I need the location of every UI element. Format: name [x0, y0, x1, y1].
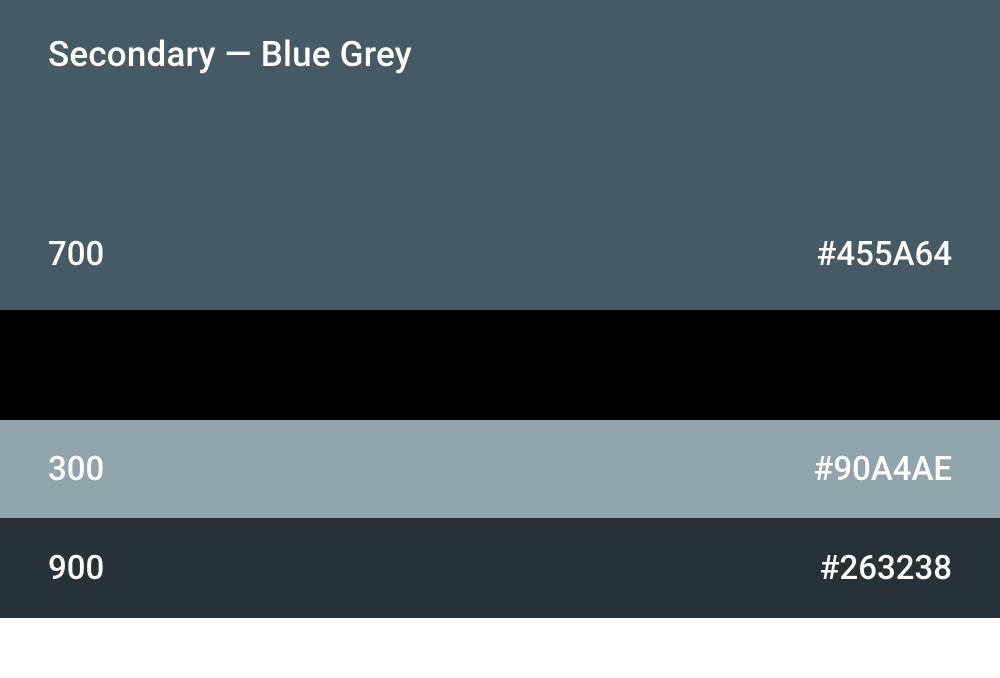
hero-swatch-700: Secondary — Blue Grey 700 #455A64 [0, 0, 1000, 310]
color-palette: Secondary — Blue Grey 700 #455A64 300 #9… [0, 0, 1000, 678]
swatch-row-900: 900 #263238 [0, 518, 1000, 618]
swatch-row-300: 300 #90A4AE [0, 420, 1000, 518]
blank-swatch [0, 310, 1000, 420]
swatch-hex-value: #455A64 [816, 235, 952, 274]
swatch-shade-label: 900 [48, 549, 104, 588]
swatch-hex-value: #263238 [820, 549, 952, 588]
swatch-hex-value: #90A4AE [813, 450, 952, 489]
swatch-shade-label: 700 [48, 235, 104, 274]
swatch-shade-label: 300 [48, 450, 104, 489]
swatch-footer: 700 #455A64 [48, 235, 952, 274]
palette-title: Secondary — Blue Grey [48, 34, 952, 75]
